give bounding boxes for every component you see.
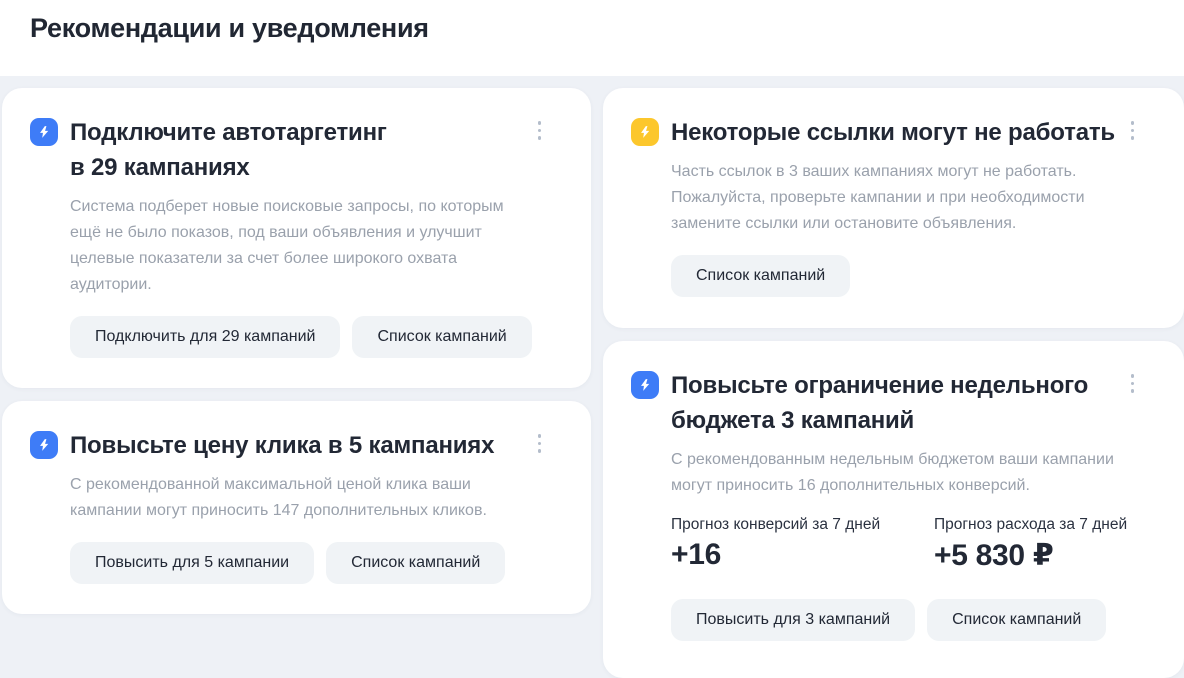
card-title: Подключите автотаргетинг в 29 кампаниях: [70, 115, 387, 185]
lightning-icon: [30, 431, 58, 459]
stat-value: +16: [671, 538, 914, 572]
campaign-list-button[interactable]: Список кампаний: [352, 316, 531, 358]
page-header: Рекомендации и уведомления: [0, 0, 1184, 76]
lightning-icon: [631, 118, 659, 146]
card-description: С рекомендованным недельным бюджетом ваш…: [671, 447, 1138, 499]
page-title: Рекомендации и уведомления: [30, 13, 1184, 44]
stat-label: Прогноз конверсий за 7 дней: [671, 515, 914, 535]
campaign-list-button[interactable]: Список кампаний: [326, 542, 505, 584]
recommendations-board: Подключите автотаргетинг в 29 кампаниях …: [0, 76, 1184, 678]
card-title: Повысьте цену клика в 5 кампаниях: [70, 428, 494, 463]
stat-value: +5 830 ₽: [934, 538, 1177, 573]
conversions-forecast-stat: Прогноз конверсий за 7 дней +16: [671, 515, 914, 573]
lightning-icon: [30, 118, 58, 146]
recommendation-card-cpc: Повысьте цену клика в 5 кампаниях С реко…: [2, 401, 591, 614]
stat-label: Прогноз расхода за 7 дней: [934, 515, 1177, 535]
right-column: Некоторые ссылки могут не работать Часть…: [603, 88, 1184, 678]
card-description: Часть ссылок в 3 ваших кампаниях могут н…: [671, 159, 1138, 237]
card-description: С рекомендованной максимальной ценой кли…: [70, 472, 545, 524]
raise-button[interactable]: Повысить для 5 кампании: [70, 542, 314, 584]
connect-button[interactable]: Подключить для 29 кампаний: [70, 316, 340, 358]
kebab-menu-icon[interactable]: [536, 119, 544, 142]
campaign-list-button[interactable]: Список кампаний: [671, 255, 850, 297]
forecast-stats: Прогноз конверсий за 7 дней +16 Прогноз …: [671, 515, 1138, 573]
kebab-menu-icon[interactable]: [1129, 119, 1137, 142]
card-description: Система подберет новые поисковые запросы…: [70, 194, 545, 298]
campaign-list-button[interactable]: Список кампаний: [927, 599, 1106, 641]
left-column: Подключите автотаргетинг в 29 кампаниях …: [2, 88, 591, 678]
card-title: Повысьте ограничение недельного бюджета …: [671, 368, 1088, 438]
notification-card-links: Некоторые ссылки могут не работать Часть…: [603, 88, 1184, 328]
raise-button[interactable]: Повысить для 3 кампаний: [671, 599, 915, 641]
kebab-menu-icon[interactable]: [536, 432, 544, 455]
card-title: Некоторые ссылки могут не работать: [671, 115, 1115, 150]
kebab-menu-icon[interactable]: [1129, 372, 1137, 395]
recommendation-card-autotargeting: Подключите автотаргетинг в 29 кампаниях …: [2, 88, 591, 388]
lightning-icon: [631, 371, 659, 399]
spend-forecast-stat: Прогноз расхода за 7 дней +5 830 ₽: [934, 515, 1177, 573]
recommendation-card-budget: Повысьте ограничение недельного бюджета …: [603, 341, 1184, 678]
